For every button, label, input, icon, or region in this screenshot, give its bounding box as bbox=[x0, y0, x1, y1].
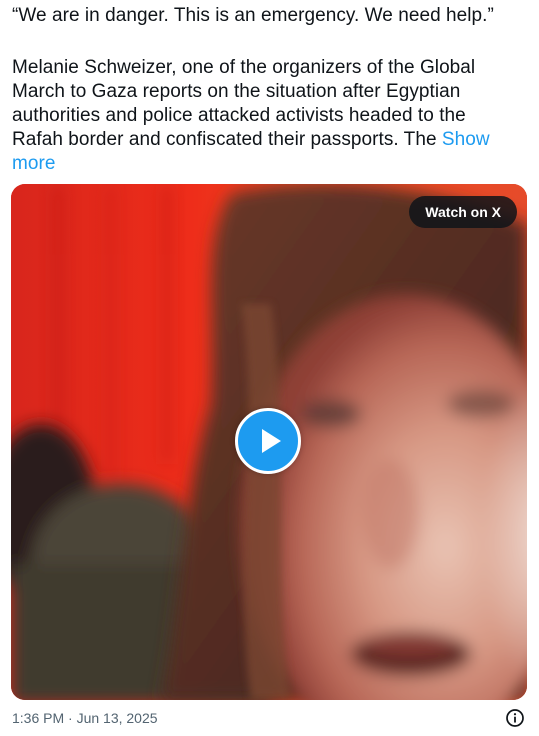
tweet-quote: “We are in danger. This is an emergency.… bbox=[12, 5, 494, 26]
video-player[interactable]: Watch on X bbox=[11, 184, 527, 700]
info-icon[interactable] bbox=[505, 708, 525, 728]
tweet-body: Melanie Schweizer, one of the organizers… bbox=[12, 57, 476, 150]
tweet: “We are in danger. This is an emergency.… bbox=[0, 0, 539, 736]
tweet-text: “We are in danger. This is an emergency.… bbox=[12, 4, 517, 176]
play-icon bbox=[262, 429, 281, 453]
watch-on-x-button[interactable]: Watch on X bbox=[409, 196, 517, 228]
tweet-timestamp[interactable]: 1:36 PM · Jun 13, 2025 bbox=[12, 708, 158, 728]
tweet-body-paragraph: Melanie Schweizer, one of the organizers… bbox=[12, 56, 517, 176]
play-button[interactable] bbox=[235, 408, 301, 474]
